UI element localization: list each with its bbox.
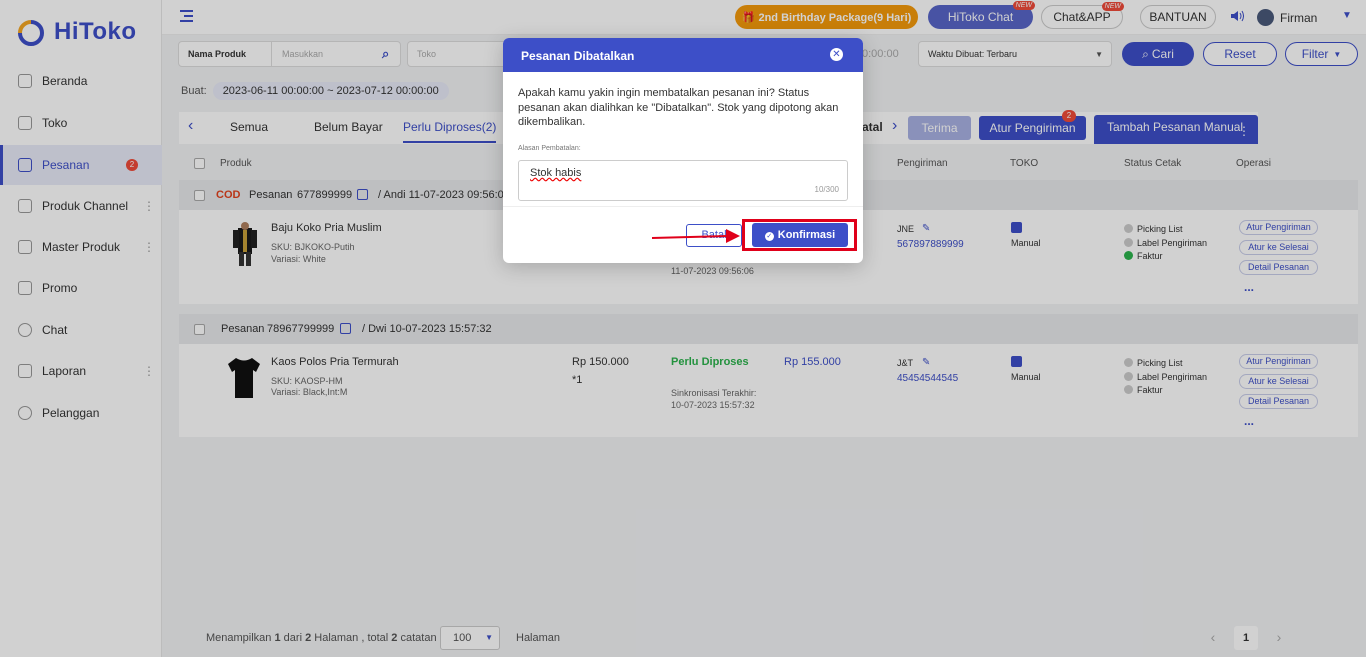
char-counter: 10/300: [814, 184, 839, 194]
dialog-header: Pesanan Dibatalkan ✕: [503, 38, 863, 72]
annotation-arrow-icon: [651, 229, 740, 243]
close-icon[interactable]: ✕: [830, 48, 843, 61]
dialog-body: Apakah kamu yakin ingin membatalkan pesa…: [503, 72, 863, 201]
dialog-message: Apakah kamu yakin ingin membatalkan pesa…: [518, 87, 839, 128]
dialog-title: Pesanan Dibatalkan: [521, 49, 635, 63]
annotation-highlight-box: [742, 219, 857, 251]
reason-value: Stok habis: [530, 167, 582, 179]
reason-label: Alasan Pembatalan:: [518, 144, 581, 152]
reason-textarea[interactable]: Stok habis 10/300: [518, 160, 848, 201]
dialog-divider: [503, 206, 863, 207]
